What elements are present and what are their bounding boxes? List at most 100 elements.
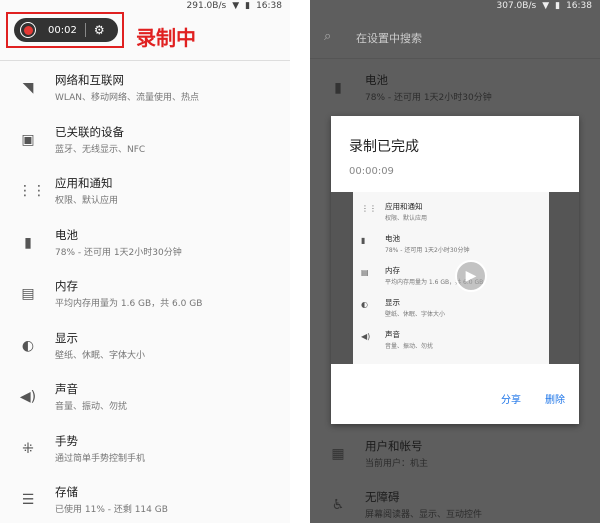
thumb-item: ▤ 内存 平均内存用量为 1.6 GB，共 6.0 GB bbox=[353, 260, 549, 290]
battery-icon: ▮ bbox=[361, 236, 366, 245]
settings-item-gesture[interactable]: ⁜ 手势 通过简单手势控制手机 bbox=[0, 427, 290, 479]
settings-item-battery[interactable]: ▮ 电池 78% - 还可用 1天2小时30分钟 bbox=[310, 66, 600, 118]
play-icon[interactable]: ▶ bbox=[455, 260, 487, 292]
item-title: 网络和互联网 bbox=[55, 73, 124, 87]
thumb-item: ◐ 显示 壁纸、休眠、字体大小 bbox=[353, 292, 549, 322]
item-title: 显示 bbox=[55, 330, 78, 345]
battery-icon: ▮ bbox=[24, 234, 32, 251]
thumb-item-subtitle: 壁纸、休眠、字体大小 bbox=[385, 311, 446, 318]
record-stop-button[interactable] bbox=[20, 22, 36, 38]
item-subtitle: WLAN、移动网络、流量使用、热点 bbox=[55, 93, 200, 103]
thumb-item-subtitle: 音量、振动、勿扰 bbox=[385, 343, 434, 350]
delete-button[interactable]: 删除 bbox=[545, 391, 565, 406]
item-subtitle: 蓝牙、无线显示、NFC bbox=[55, 144, 146, 155]
wifi-icon: ◥ bbox=[22, 80, 34, 96]
display-icon: ◐ bbox=[361, 300, 368, 309]
item-subtitle: 平均内存用量为 1.6 GB，共 6.0 GB bbox=[55, 299, 203, 309]
record-dot-icon bbox=[23, 25, 33, 35]
item-subtitle: 已使用 11% - 还剩 114 GB bbox=[55, 505, 168, 515]
status-bar: 307.0B/s ▼ ▮ 16:38 bbox=[310, 0, 600, 15]
item-title: 声音 bbox=[55, 382, 78, 396]
item-title: 无障碍 bbox=[365, 490, 400, 504]
settings-item-sound[interactable]: ◀) 声音 音量、振动、勿扰 bbox=[0, 375, 290, 427]
recording-complete-dialog: 录制已完成 00:00:09 ⋮⋮ 应用和通知 权限、默认应用 ▮ 电池 78%… bbox=[331, 116, 579, 424]
thumb-item: ⋮⋮ 应用和通知 权限、默认应用 bbox=[353, 196, 549, 226]
item-subtitle: 壁纸、休眠、字体大小 bbox=[55, 350, 146, 361]
screen-recorder-pill[interactable]: 00:02 ⚙ bbox=[14, 18, 118, 42]
network-speed: 307.0B/s bbox=[496, 1, 537, 11]
settings-item-memory[interactable]: ▤ 内存 平均内存用量为 1.6 GB，共 6.0 GB bbox=[0, 272, 290, 324]
settings-list: ▮ 电池 78% - 还可用 1天2小时30分钟 bbox=[310, 66, 600, 118]
item-title: 存储 bbox=[55, 485, 78, 499]
thumb-item-subtitle: 权限、默认应用 bbox=[385, 215, 428, 222]
search-bar[interactable]: ⌕ 在设置中搜索 bbox=[310, 16, 600, 59]
settings-item-accessibility[interactable]: ♿ 无障碍 屏幕阅读器、显示、互动控件 bbox=[310, 483, 600, 523]
sound-icon: ◀) bbox=[19, 389, 37, 405]
thumb-item-title: 内存 bbox=[385, 266, 400, 275]
settings-list: ◥ 网络和互联网 WLAN、移动网络、流量使用、热点 ▣ 已关联的设备 蓝牙、无… bbox=[0, 66, 290, 523]
item-title: 电池 bbox=[365, 73, 388, 87]
item-subtitle: 权限、默认应用 bbox=[55, 196, 119, 206]
video-thumbnail[interactable]: ⋮⋮ 应用和通知 权限、默认应用 ▮ 电池 78% - 还可用 1天2小时30分… bbox=[331, 192, 579, 364]
gear-icon[interactable]: ⚙ bbox=[94, 23, 105, 37]
display-icon: ◐ bbox=[21, 337, 35, 354]
devices-icon: ▣ bbox=[21, 131, 35, 148]
settings-item-devices[interactable]: ▣ 已关联的设备 蓝牙、无线显示、NFC bbox=[0, 118, 290, 170]
wifi-status-icon: ▼ bbox=[232, 1, 240, 11]
sound-icon: ◀) bbox=[361, 332, 371, 341]
thumb-item-title: 显示 bbox=[385, 298, 400, 307]
settings-item-users[interactable]: ▦ 用户和帐号 当前用户：机主 bbox=[310, 432, 600, 484]
battery-status-icon: ▮ bbox=[555, 1, 561, 11]
dialog-title: 录制已完成 bbox=[349, 139, 419, 155]
item-title: 应用和通知 bbox=[55, 176, 113, 190]
thumb-item-title: 电池 bbox=[385, 234, 400, 243]
accessibility-icon: ♿ bbox=[331, 497, 345, 513]
settings-item-display[interactable]: ◐ 显示 壁纸、休眠、字体大小 bbox=[0, 324, 290, 376]
thumbnail-content: ⋮⋮ 应用和通知 权限、默认应用 ▮ 电池 78% - 还可用 1天2小时30分… bbox=[353, 192, 549, 364]
settings-item-storage[interactable]: ☰ 存储 已使用 11% - 还剩 114 GB bbox=[0, 478, 290, 523]
wifi-status-icon: ▼ bbox=[542, 1, 550, 11]
item-subtitle: 78% - 还可用 1天2小时30分钟 bbox=[365, 93, 492, 103]
settings-item-network[interactable]: ◥ 网络和互联网 WLAN、移动网络、流量使用、热点 bbox=[0, 66, 290, 118]
clock: 16:38 bbox=[566, 1, 592, 11]
network-speed: 291.0B/s bbox=[186, 1, 227, 11]
memory-icon: ▤ bbox=[21, 286, 35, 302]
settings-list-bottom: ▦ 用户和帐号 当前用户：机主 ♿ 无障碍 屏幕阅读器、显示、互动控件 bbox=[310, 410, 600, 523]
item-subtitle: 78% - 还可用 1天2小时30分钟 bbox=[55, 247, 182, 258]
settings-item-apps[interactable]: ⋮⋮ 应用和通知 权限、默认应用 bbox=[0, 169, 290, 221]
recording-duration: 00:00:09 bbox=[349, 166, 394, 177]
memory-icon: ▤ bbox=[361, 268, 369, 277]
apps-icon: ⋮⋮ bbox=[361, 204, 377, 213]
battery-icon: ▮ bbox=[334, 80, 342, 96]
apps-icon: ⋮⋮ bbox=[18, 183, 46, 199]
search-icon: ⌕ bbox=[324, 29, 332, 44]
item-title: 已关联的设备 bbox=[55, 124, 124, 139]
item-title: 用户和帐号 bbox=[365, 439, 423, 453]
record-timer: 00:02 bbox=[48, 24, 77, 36]
thumb-item-title: 应用和通知 bbox=[385, 202, 423, 211]
item-subtitle: 通过简单手势控制手机 bbox=[55, 453, 146, 464]
item-title: 内存 bbox=[55, 279, 78, 293]
thumb-item-subtitle: 78% - 还可用 1天2小时30分钟 bbox=[385, 247, 470, 254]
gesture-icon: ⁜ bbox=[22, 440, 34, 457]
users-icon: ▦ bbox=[331, 446, 345, 462]
share-button[interactable]: 分享 bbox=[501, 391, 521, 406]
divider bbox=[84, 23, 86, 37]
settings-item-battery[interactable]: ▮ 电池 78% - 还可用 1天2小时30分钟 bbox=[0, 221, 290, 273]
clock: 16:38 bbox=[256, 1, 282, 11]
storage-icon: ☰ bbox=[21, 492, 35, 508]
dialog-actions: 分享 删除 bbox=[501, 391, 565, 406]
thumb-item: ▮ 电池 78% - 还可用 1天2小时30分钟 bbox=[353, 228, 549, 258]
item-subtitle: 音量、振动、勿扰 bbox=[55, 402, 128, 412]
item-title: 电池 bbox=[55, 227, 78, 242]
item-subtitle: 当前用户：机主 bbox=[365, 459, 429, 469]
thumb-item-title: 声音 bbox=[385, 330, 400, 339]
settings-screen-right: 307.0B/s ▼ ▮ 16:38 ⌕ 在设置中搜索 ▮ 电池 78% - 还… bbox=[310, 0, 600, 523]
recording-label: 录制中 bbox=[136, 26, 196, 50]
search-placeholder: 在设置中搜索 bbox=[356, 32, 422, 45]
settings-screen-left: 291.0B/s ▼ ▮ 16:38 00:02 ⚙ 录制中 ◥ 网络和互联网 … bbox=[0, 0, 290, 523]
thumb-item: ◀) 声音 音量、振动、勿扰 bbox=[353, 324, 549, 354]
item-title: 手势 bbox=[55, 433, 78, 448]
search-bar[interactable] bbox=[0, 50, 290, 61]
item-subtitle: 屏幕阅读器、显示、互动控件 bbox=[365, 510, 483, 520]
